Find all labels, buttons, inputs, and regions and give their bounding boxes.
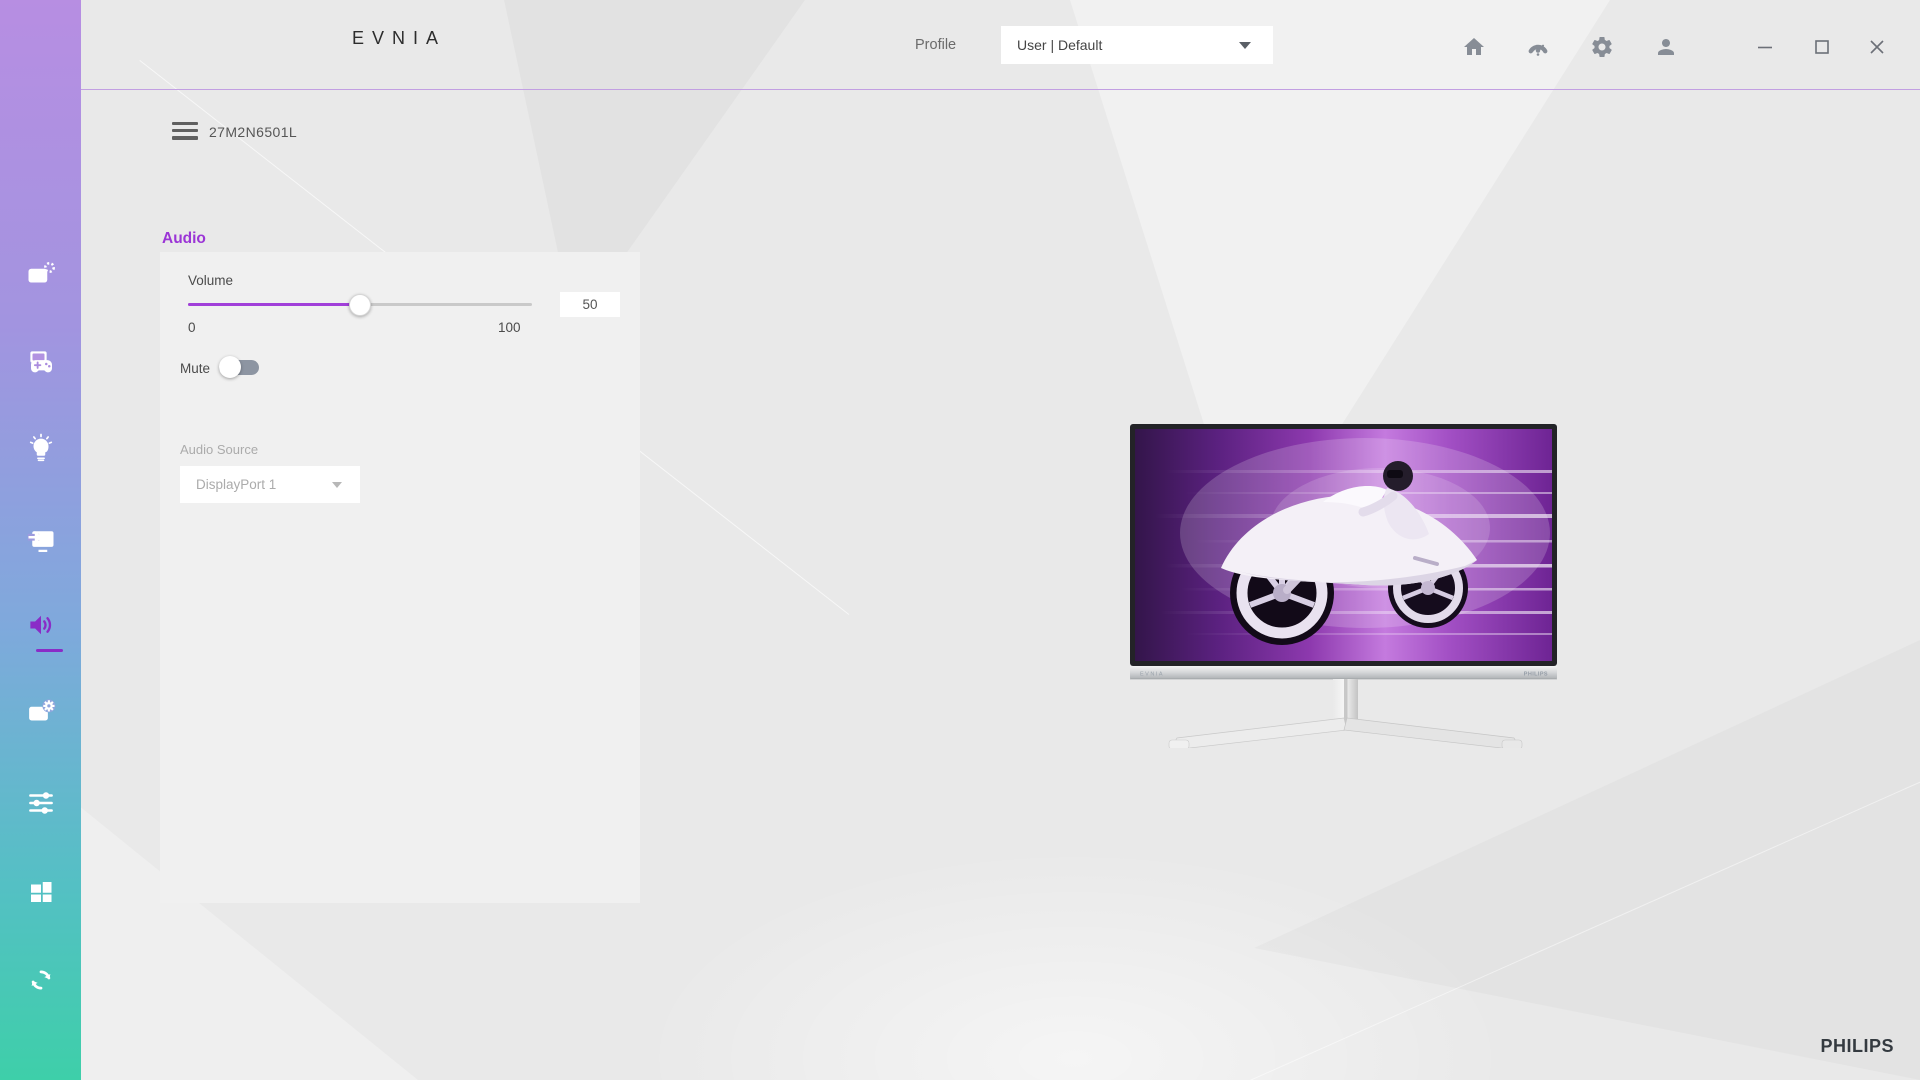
home-button[interactable] bbox=[1458, 31, 1490, 63]
gaming-gamepad-icon bbox=[26, 347, 56, 377]
monitor-preview: EVNIA PHILIPS bbox=[1125, 418, 1570, 748]
mute-toggle[interactable] bbox=[219, 356, 259, 378]
profile-label: Profile bbox=[915, 37, 956, 53]
dashboard-gauge-icon bbox=[1526, 35, 1550, 59]
minimize-icon bbox=[1755, 37, 1775, 57]
volume-label: Volume bbox=[188, 273, 233, 288]
profile-dropdown[interactable]: User | Default bbox=[1001, 26, 1273, 64]
sync-refresh-icon bbox=[26, 965, 56, 995]
lighting-bulb-icon bbox=[26, 433, 56, 463]
adjustment-sliders-icon bbox=[26, 788, 56, 818]
evnia-logo: EVNIA bbox=[352, 28, 446, 49]
device-menu-button[interactable] bbox=[172, 122, 198, 140]
sidebar-item-smart-image[interactable] bbox=[0, 247, 81, 303]
sidebar-item-input-source[interactable] bbox=[0, 512, 81, 568]
audio-source-value: DisplayPort 1 bbox=[196, 477, 276, 492]
settings-button[interactable] bbox=[1586, 31, 1618, 63]
multiview-grid-icon bbox=[26, 877, 56, 907]
maximize-icon bbox=[1812, 37, 1832, 57]
user-button[interactable] bbox=[1650, 31, 1682, 63]
device-name: 27M2N6501L bbox=[209, 124, 297, 140]
sidebar-item-audio[interactable] bbox=[0, 597, 81, 653]
close-button[interactable] bbox=[1862, 33, 1892, 61]
monitor-preview-image: EVNIA PHILIPS bbox=[1125, 418, 1570, 748]
mute-toggle-knob bbox=[219, 356, 241, 378]
volume-slider-fill bbox=[188, 303, 360, 306]
evnia-app-window: EVNIA Profile User | Default bbox=[0, 0, 1920, 1080]
philips-logo: PHILIPS bbox=[1820, 1036, 1894, 1057]
profile-dropdown-value: User | Default bbox=[1017, 37, 1102, 53]
audio-source-label: Audio Source bbox=[180, 442, 258, 457]
input-source-icon bbox=[26, 525, 56, 555]
mute-label: Mute bbox=[180, 361, 210, 376]
volume-min-label: 0 bbox=[188, 320, 196, 335]
sidebar-item-sync[interactable] bbox=[0, 952, 81, 1008]
monitor-chin-brand-left: EVNIA bbox=[1140, 672, 1164, 678]
audio-speaker-icon bbox=[26, 610, 56, 640]
monitor-settings-icon bbox=[26, 698, 56, 728]
close-icon bbox=[1867, 37, 1887, 57]
sidebar-item-adjustments[interactable] bbox=[0, 775, 81, 831]
chevron-down-icon bbox=[1239, 42, 1251, 49]
sidebar-nav bbox=[0, 0, 81, 1080]
minimize-button[interactable] bbox=[1750, 33, 1780, 61]
volume-slider[interactable] bbox=[188, 294, 532, 316]
active-item-underline bbox=[36, 649, 63, 652]
audio-panel: Volume 50 0 100 Mute Audio Source Displa… bbox=[160, 252, 640, 903]
monitor-chin-brand-right: PHILIPS bbox=[1524, 672, 1548, 678]
hamburger-icon bbox=[172, 122, 198, 125]
volume-slider-handle[interactable] bbox=[349, 294, 371, 316]
audio-source-dropdown[interactable]: DisplayPort 1 bbox=[180, 466, 360, 503]
settings-gear-icon bbox=[1590, 35, 1614, 59]
user-icon bbox=[1654, 35, 1678, 59]
maximize-button[interactable] bbox=[1807, 33, 1837, 61]
sidebar-item-gaming[interactable] bbox=[0, 334, 81, 390]
volume-value-box[interactable]: 50 bbox=[560, 292, 620, 317]
home-icon bbox=[1462, 35, 1486, 59]
volume-max-label: 100 bbox=[498, 320, 521, 335]
dashboard-button[interactable] bbox=[1522, 31, 1554, 63]
header-bar: EVNIA Profile User | Default bbox=[81, 0, 1920, 90]
audio-section-title: Audio bbox=[162, 230, 206, 248]
sidebar-item-monitor-settings[interactable] bbox=[0, 685, 81, 741]
chevron-down-icon bbox=[332, 482, 342, 488]
background-facet-line bbox=[1250, 714, 1920, 1080]
sidebar-item-lighting[interactable] bbox=[0, 420, 81, 476]
smart-image-icon bbox=[26, 260, 56, 290]
sidebar-item-multiview[interactable] bbox=[0, 864, 81, 920]
